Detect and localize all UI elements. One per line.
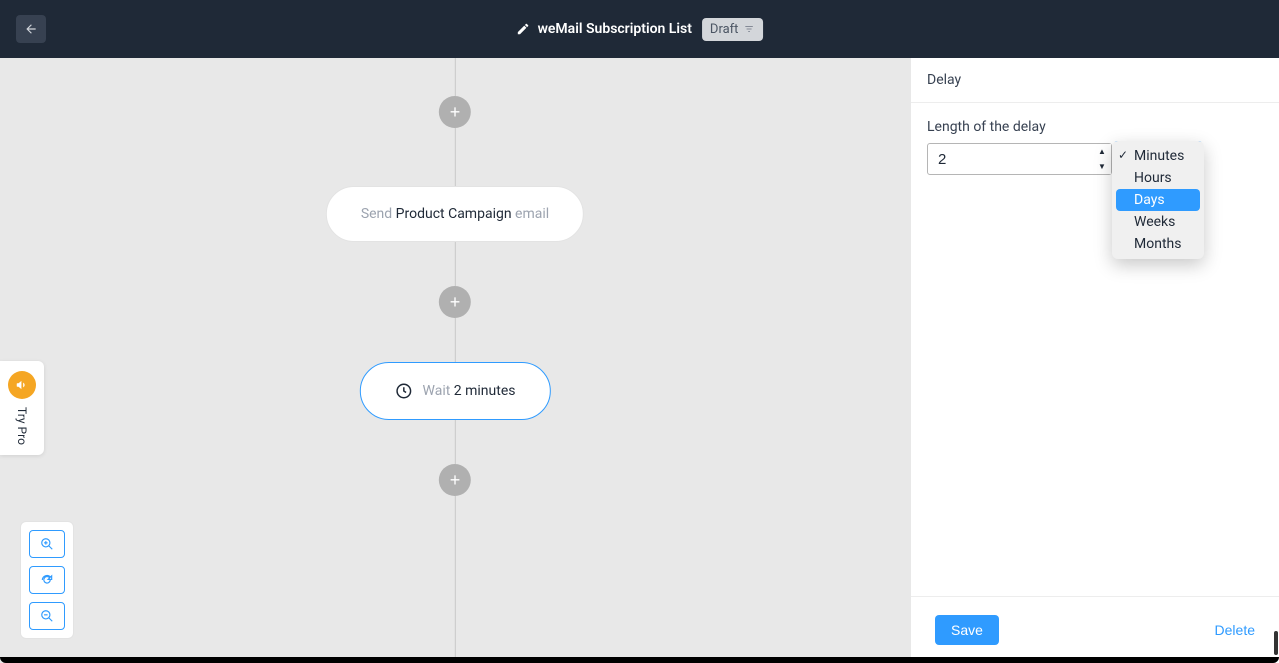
connector-line [454,242,455,286]
try-pro-label: Try Pro [15,407,29,445]
sidebar-body: Length of the delay ▲ ▼ Minutes Hours Da… [911,103,1279,596]
wait-prefix: Wait [423,383,454,399]
zoom-in-button[interactable] [29,530,65,558]
status-badge-label: Draft [710,22,739,37]
add-step-button[interactable]: + [439,286,471,318]
zoom-reset-button[interactable] [29,566,65,594]
status-badge[interactable]: Draft [702,18,764,41]
zoom-out-button[interactable] [29,602,65,630]
connector-line [454,58,455,96]
add-step-button[interactable]: + [439,464,471,496]
send-name: Product Campaign [396,206,512,222]
sidebar-title: Delay [911,58,1279,103]
delete-button[interactable]: Delete [1215,622,1255,638]
back-button[interactable] [16,15,46,43]
delay-number-input[interactable] [927,143,1112,175]
wait-node-text: Wait 2 minutes [423,383,516,399]
send-email-node[interactable]: Send Product Campaign email [326,186,584,242]
connector-line [454,420,455,464]
unit-option-hours[interactable]: Hours [1112,167,1204,189]
send-prefix: Send [361,206,396,222]
unit-dropdown-menu: Minutes Hours Days Weeks Months [1112,141,1204,259]
add-step-button[interactable]: + [439,96,471,128]
scrollbar-thumb[interactable] [1274,631,1278,655]
refresh-icon [40,573,54,587]
unit-option-weeks[interactable]: Weeks [1112,211,1204,233]
length-label: Length of the delay [927,119,1263,135]
stepper-down-button[interactable]: ▼ [1093,159,1111,174]
arrow-left-icon [24,22,38,36]
app-header: weMail Subscription List Draft [0,0,1279,58]
stepper-up-button[interactable]: ▲ [1093,144,1111,159]
megaphone-icon [8,371,36,399]
pencil-icon [516,22,530,36]
scrollbar-track[interactable] [1273,58,1279,657]
window-bottom-edge [0,657,1279,663]
save-button[interactable]: Save [935,615,999,645]
try-pro-button[interactable]: Try Pro [0,361,44,455]
connector-line [454,318,455,362]
page-title: weMail Subscription List [538,21,692,37]
header-center: weMail Subscription List Draft [516,18,764,41]
page-title-wrap: weMail Subscription List [516,21,692,37]
delay-number-wrap: ▲ ▼ [927,143,1112,175]
wait-node[interactable]: Wait 2 minutes [360,362,551,420]
unit-option-minutes[interactable]: Minutes [1112,145,1204,167]
sidebar-footer: Save Delete [911,596,1279,663]
unit-option-months[interactable]: Months [1112,233,1204,255]
flow-column: + Send Product Campaign email + Wait 2 m… [326,58,584,663]
zoom-in-icon [40,537,54,551]
zoom-controls [20,521,74,639]
send-suffix: email [512,206,550,222]
send-email-node-text: Send Product Campaign email [361,206,549,222]
properties-sidebar: Delay Length of the delay ▲ ▼ Minutes Ho… [910,58,1279,663]
flow-canvas[interactable]: + Send Product Campaign email + Wait 2 m… [0,58,910,663]
wait-value: 2 minutes [454,383,516,399]
filter-icon [743,24,755,34]
unit-option-days[interactable]: Days [1116,189,1200,211]
connector-line [454,128,455,186]
connector-line [454,496,455,663]
zoom-out-icon [40,609,54,623]
clock-icon [395,382,413,400]
